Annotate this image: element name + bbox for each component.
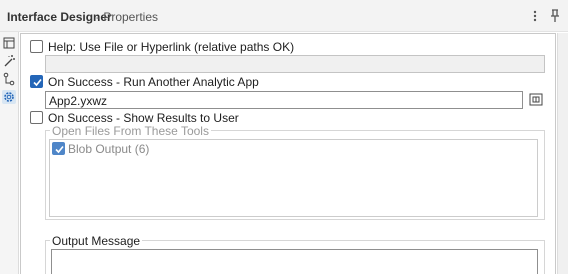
help-hyperlink-checkbox[interactable] bbox=[30, 40, 43, 53]
help-hyperlink-input[interactable] bbox=[45, 55, 545, 73]
run-another-app-checkbox[interactable] bbox=[30, 75, 43, 88]
blob-output-checkbox[interactable] bbox=[52, 142, 65, 155]
layout-icon[interactable] bbox=[2, 36, 16, 50]
show-results-label: On Success - Show Results to User bbox=[48, 111, 239, 125]
help-hyperlink-label: Help: Use File or Hyperlink (relative pa… bbox=[48, 40, 295, 54]
title-bar: Interface Designer - Properties bbox=[0, 0, 568, 32]
open-files-group-title: Open Files From These Tools bbox=[50, 124, 211, 138]
vertical-scrollbar[interactable] bbox=[557, 33, 568, 274]
app-path-input[interactable]: App2.yxwz bbox=[45, 91, 523, 109]
pin-icon[interactable] bbox=[548, 8, 562, 24]
vertical-ellipsis-icon[interactable] bbox=[528, 8, 542, 24]
output-message-title: Output Message bbox=[50, 234, 143, 248]
side-toolbar bbox=[0, 32, 19, 274]
gear-icon[interactable] bbox=[2, 90, 16, 104]
tree-connector-icon[interactable] bbox=[2, 72, 16, 86]
window-subtitle: - Properties bbox=[96, 10, 159, 24]
checkmark-icon bbox=[33, 78, 42, 87]
magic-wand-icon[interactable] bbox=[2, 54, 16, 68]
blob-output-label: Blob Output (6) bbox=[68, 142, 150, 156]
run-another-app-label: On Success - Run Another Analytic App bbox=[48, 75, 259, 89]
output-message-input[interactable] bbox=[51, 249, 538, 274]
browse-file-icon[interactable] bbox=[528, 92, 544, 107]
show-results-checkbox[interactable] bbox=[30, 111, 43, 124]
checkmark-icon bbox=[55, 145, 64, 154]
